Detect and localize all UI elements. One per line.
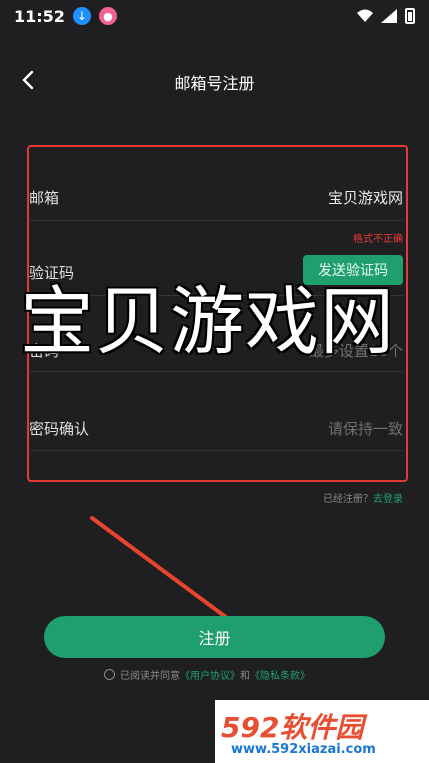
- register-button[interactable]: 注册: [44, 616, 385, 658]
- agree-radio[interactable]: [104, 669, 115, 680]
- agreement-and: 和: [240, 671, 250, 682]
- agreement-line: 已阅读并同意《用户协议》和《隐私条款》: [104, 667, 310, 682]
- site-logo: 592软件园 www.592xiazai.com: [215, 700, 429, 763]
- site-logo-url: www.592xiazai.com: [231, 742, 376, 757]
- user-agreement-link[interactable]: 《用户协议》: [180, 671, 240, 682]
- agreement-prefix: 已阅读并同意: [120, 671, 180, 682]
- site-logo-title: 592软件园: [221, 711, 364, 744]
- privacy-policy-link[interactable]: 《隐私条款》: [250, 671, 310, 682]
